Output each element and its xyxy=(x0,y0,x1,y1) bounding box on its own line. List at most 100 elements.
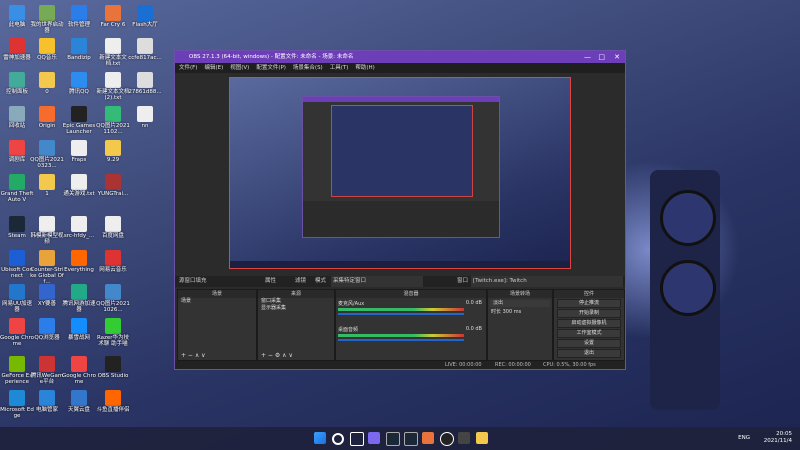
scene-item[interactable]: 场景 xyxy=(178,298,256,305)
desktop-icon[interactable]: Counter-Strike Global Off... xyxy=(30,250,64,285)
filters-button[interactable]: 滤镜 xyxy=(295,276,306,287)
desktop-icon[interactable]: Fraps xyxy=(62,140,96,163)
desktop-icon[interactable]: 天翼云盘 xyxy=(62,390,96,413)
desktop-icon[interactable]: 调剧库 xyxy=(0,140,34,163)
obs-titlebar[interactable]: OBS 27.1.3 (64-bit, windows) - 配置文件: 未命名… xyxy=(175,51,625,63)
window-select[interactable]: [Twitch.exe]: Twitch xyxy=(471,276,623,287)
clock-date[interactable]: 2021/11/4 xyxy=(764,438,792,445)
desktop-icon[interactable]: 控制面板 xyxy=(0,72,34,95)
app-icon[interactable] xyxy=(458,432,470,444)
desktop-icon[interactable]: 回收站 xyxy=(0,106,34,129)
start-recording-button[interactable]: 开始录制 xyxy=(557,309,621,318)
task-view-icon[interactable] xyxy=(350,432,364,446)
language-indicator[interactable]: ENG xyxy=(738,435,750,442)
menu-item[interactable]: 场景集合(S) xyxy=(293,65,323,71)
desktop-icon[interactable]: Microsoft Edge xyxy=(0,390,34,419)
menu-item[interactable]: 视图(V) xyxy=(230,65,249,71)
menu-item[interactable]: 配置文件(P) xyxy=(256,65,286,71)
desktop-icon[interactable]: Google Chrome xyxy=(62,356,96,385)
desktop-icon[interactable]: QQ图片20211102... xyxy=(96,106,130,135)
desktop-icon[interactable]: 斗鱼直播伴侣 xyxy=(96,390,130,413)
desktop-icon[interactable]: QQ浏览器 xyxy=(30,318,64,341)
desktop-icon[interactable]: 网易云音乐 xyxy=(96,250,130,273)
desktop-icon[interactable]: 27861d88... xyxy=(128,72,162,95)
desktop-icon[interactable]: 9.29 xyxy=(96,140,130,163)
desktop-icon[interactable]: GeForce Experience xyxy=(0,356,34,385)
desktop-icon[interactable]: 新建文本文档.txt xyxy=(96,38,130,67)
clock-time[interactable]: 20:05 xyxy=(764,431,792,438)
desktop-icon[interactable]: 0 xyxy=(30,72,64,95)
mode-select[interactable]: 采集特定窗口 xyxy=(331,276,423,287)
desktop-icon[interactable]: ccfe817ac... xyxy=(128,38,162,61)
system-tray[interactable]: ENG 20:05 2021/11/4 xyxy=(738,431,792,445)
obs-icon[interactable] xyxy=(440,432,454,446)
steam-icon[interactable] xyxy=(386,432,400,446)
desktop-icon[interactable]: QQ图片20210323... xyxy=(30,140,64,169)
desktop-icon[interactable]: 雷神加速器 xyxy=(0,38,34,61)
desktop-icon[interactable]: Epic Games Launcher xyxy=(62,106,96,135)
virtual-camera-button[interactable]: 启动虚拟摄像机 xyxy=(557,319,621,328)
desktop-icon[interactable]: 我的世界启动器 xyxy=(30,5,64,34)
sources-footer[interactable]: + − ⚙ ∧ ∨ xyxy=(258,351,334,360)
desktop-icon[interactable]: Flash大厅 xyxy=(128,5,162,28)
source-item[interactable]: 窗口采集 xyxy=(258,298,334,305)
desktop-icon[interactable]: OBS Studio xyxy=(96,356,130,379)
desktop-icon[interactable]: src-hfdy_... xyxy=(62,216,96,239)
transition-select[interactable]: 淡出 xyxy=(490,300,550,307)
desktop-icon-image xyxy=(9,356,25,372)
desktop-icon[interactable]: 百度网盘 xyxy=(96,216,130,239)
desktop-icon[interactable]: Google Chrome xyxy=(0,318,34,347)
menu-item[interactable]: 文件(F) xyxy=(179,65,197,71)
obs-window[interactable]: OBS 27.1.3 (64-bit, windows) - 配置文件: 未命名… xyxy=(174,50,626,370)
desktop-icon[interactable]: Grand Theft Auto V xyxy=(0,174,34,203)
desktop-icon[interactable]: 腾讯网游加速器 xyxy=(62,284,96,313)
folder-icon[interactable] xyxy=(476,432,488,444)
desktop-icon[interactable]: nn xyxy=(128,106,162,129)
minimize-icon[interactable]: — xyxy=(584,51,591,63)
desktop-icon[interactable]: 腾讯WeGame平台 xyxy=(30,356,64,385)
desktop-icon[interactable]: 此电脑 xyxy=(0,5,34,28)
stop-streaming-button[interactable]: 停止推流 xyxy=(557,299,621,308)
transition-duration[interactable]: 时长 300 ms xyxy=(488,309,552,316)
desktop-icon[interactable]: Bandizip xyxy=(62,38,96,61)
desktop-icon[interactable]: 1 xyxy=(30,174,64,197)
close-icon[interactable]: ✕ xyxy=(614,51,620,63)
desktop-icon[interactable]: YUNGTrai... xyxy=(96,174,130,197)
desktop-icon[interactable]: 腾讯QQ xyxy=(62,72,96,95)
menu-item[interactable]: 工具(T) xyxy=(330,65,349,71)
scenes-footer[interactable]: + − ∧ ∨ xyxy=(178,351,256,360)
desktop-icon[interactable]: 暴雪战网 xyxy=(62,318,96,341)
desktop-icon[interactable]: Steam xyxy=(0,216,34,239)
desktop-icon[interactable]: Razer华为技术聊 助手喵 xyxy=(96,318,130,347)
start-icon[interactable] xyxy=(314,432,326,444)
desktop-icon[interactable]: XY要善 xyxy=(30,284,64,307)
app-icon[interactable] xyxy=(422,432,434,444)
properties-button[interactable]: 属性 xyxy=(265,276,276,287)
search-icon[interactable] xyxy=(332,433,344,445)
desktop-icon[interactable]: 网易UU加速器 xyxy=(0,284,34,313)
desktop-icon[interactable]: 韩模新模型视频 xyxy=(30,216,64,245)
source-item[interactable]: 显示器采集 xyxy=(258,305,334,312)
preview-canvas[interactable] xyxy=(229,77,571,269)
volume-slider[interactable] xyxy=(338,313,464,315)
settings-button[interactable]: 设置 xyxy=(557,339,621,348)
desktop-icon[interactable]: QQ音乐 xyxy=(30,38,64,61)
desktop-icon[interactable]: 软件管理 xyxy=(62,5,96,28)
desktop-icon[interactable]: Origin xyxy=(30,106,64,129)
exit-button[interactable]: 退出 xyxy=(557,349,621,358)
desktop-icon[interactable]: 新建文本文档(2).txt xyxy=(96,72,130,101)
studio-mode-button[interactable]: 工作室模式 xyxy=(557,329,621,338)
desktop-icon[interactable]: Ubisoft Connect xyxy=(0,250,34,279)
menu-item[interactable]: 编辑(E) xyxy=(204,65,223,71)
desktop-icon[interactable]: QQ图片20211026... xyxy=(96,284,130,313)
desktop-icon-image xyxy=(39,390,55,406)
menu-item[interactable]: 帮助(H) xyxy=(355,65,374,71)
desktop-icon[interactable]: 通关游戏.txt xyxy=(62,174,96,197)
volume-slider[interactable] xyxy=(338,339,464,341)
desktop-icon[interactable]: 电脑管家 xyxy=(30,390,64,413)
maximize-icon[interactable]: □ xyxy=(598,51,605,63)
desktop-icon[interactable]: Far Cry 6 xyxy=(96,5,130,28)
chat-icon[interactable] xyxy=(368,432,380,444)
desktop-icon[interactable]: Everything xyxy=(62,250,96,273)
steam-icon[interactable] xyxy=(404,432,418,446)
